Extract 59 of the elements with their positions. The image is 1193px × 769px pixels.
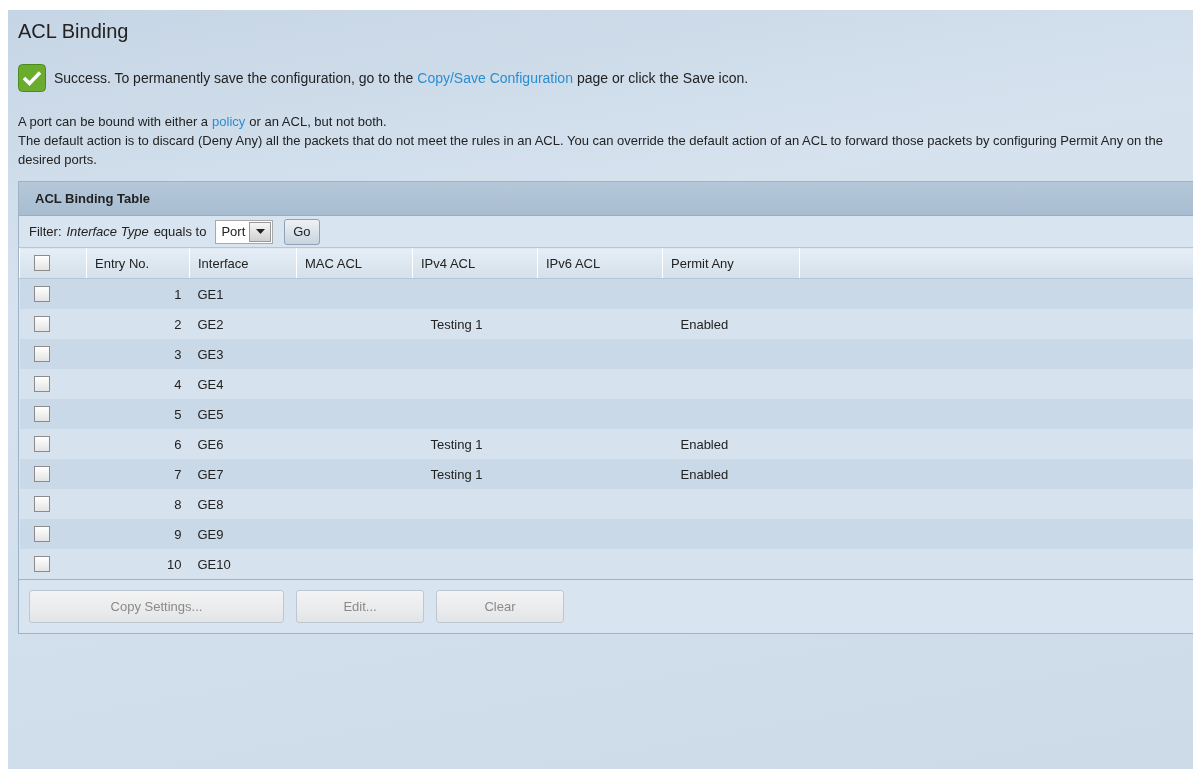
filter-label: Filter: (29, 224, 62, 239)
link[interactable]: Copy/Save Configuration (417, 69, 573, 86)
column-header: Entry No. (86, 247, 190, 279)
checkbox[interactable] (34, 255, 50, 272)
table-cell: GE7 (197, 466, 224, 482)
table-cell: GE3 (197, 346, 224, 362)
checkbox[interactable] (33, 346, 50, 363)
message-text: or an ACL, but not both. (249, 114, 387, 129)
table-cell: GE8 (197, 496, 224, 512)
link[interactable]: policy (212, 114, 246, 129)
table-cell: Testing 1 (430, 316, 483, 332)
table-title: ACL Binding Table (19, 182, 1193, 216)
checkbox[interactable] (33, 556, 50, 573)
column-header: Permit Any (662, 247, 800, 279)
table-cell: GE4 (197, 376, 224, 392)
checkmark-icon (18, 64, 46, 92)
table-cell: Enabled (680, 466, 729, 482)
checkbox[interactable] (33, 436, 50, 453)
checkbox[interactable] (33, 526, 50, 543)
table-cell: 10 (167, 556, 182, 572)
table-cell: GE5 (197, 406, 224, 422)
column-header: IPv6 ACL (537, 247, 663, 279)
checkbox[interactable] (33, 286, 50, 303)
table-cell: 6 (174, 436, 182, 452)
table-cell: 7 (174, 466, 182, 482)
message-text: A port can be bound with either a (18, 114, 209, 129)
filter-operator: equals to (153, 224, 207, 239)
checkbox[interactable] (33, 496, 50, 513)
column-header: MAC ACL (296, 247, 413, 279)
table-cell: GE1 (197, 286, 224, 302)
table-cell: 5 (174, 406, 182, 422)
checkbox[interactable] (33, 376, 50, 393)
column-header: Interface (189, 247, 297, 279)
caret-icon (255, 229, 265, 234)
page-title: ACL Binding (18, 19, 130, 44)
go-button[interactable]: Go (284, 218, 320, 245)
table-cell: 4 (174, 376, 182, 392)
table-cell: GE2 (197, 316, 224, 332)
interface-type-dropdown[interactable]: Port (215, 219, 274, 244)
table-cell: 2 (174, 316, 182, 332)
table-cell: 3 (174, 346, 182, 362)
table-cell: GE6 (197, 436, 224, 452)
table-cell: 1 (174, 286, 182, 302)
message-text: page or click the Save icon. (576, 69, 749, 86)
message-text: The default action is to discard (Deny Any) all the packets that do not meet the rules in an ACL. You can override the default action of an ACL to forward those packets by configuring Permit Any on the desired ports. (18, 133, 1163, 167)
table-cell: GE10 (197, 556, 231, 572)
table-cell: Testing 1 (430, 436, 483, 452)
column-header: IPv4 ACL (412, 247, 538, 279)
table-cell: GE9 (197, 526, 224, 542)
table-cell: 8 (174, 496, 182, 512)
message-text: Success. To permanently save the configuration, go to the (54, 69, 414, 86)
checkbox[interactable] (33, 316, 50, 333)
checkbox[interactable] (33, 466, 50, 483)
filter-field: Interface Type (66, 224, 149, 239)
table-cell: Enabled (680, 316, 729, 332)
checkbox[interactable] (33, 406, 50, 423)
table-cell: Testing 1 (430, 466, 483, 482)
table-cell: Enabled (680, 436, 729, 452)
table-cell: 9 (174, 526, 182, 542)
